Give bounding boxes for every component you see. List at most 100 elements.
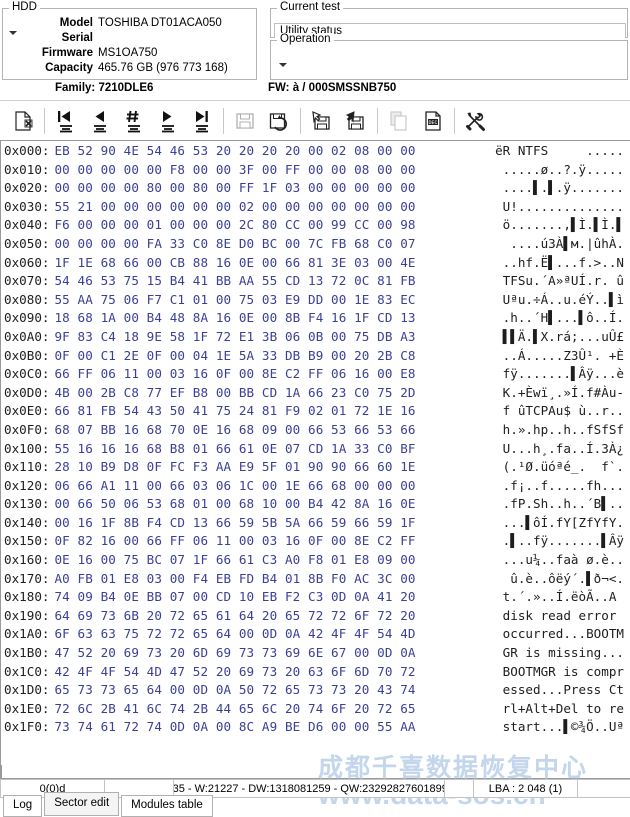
hex-ascii[interactable]: occurred...BOOTM bbox=[503, 625, 630, 644]
tab-sector-edit[interactable]: Sector edit bbox=[44, 792, 120, 816]
hex-bytes[interactable]: 73 74 61 72 74 0D 0A 00 8C A9 BE D6 00 0… bbox=[50, 718, 416, 737]
hex-bytes[interactable]: 42 4F 4F 54 4D 47 52 20 69 73 20 63 6F 6… bbox=[50, 663, 416, 682]
hex-ascii[interactable]: fÿ.......▌Âÿ...è bbox=[503, 365, 630, 384]
hex-row[interactable]: 0x190: 64 69 73 6B 20 72 65 61 64 20 65 7… bbox=[1, 607, 630, 626]
hex-row[interactable]: 0x0B0: 0F 00 C1 2E 0F 00 04 1E 5A 33 DB B… bbox=[1, 347, 630, 366]
hex-ascii[interactable]: .▌..fÿ.......▌Âÿ bbox=[503, 532, 630, 551]
hex-ascii[interactable]: ....ú3À▌м.|ûhÀ. bbox=[510, 235, 630, 254]
hex-row[interactable]: 0x0E0: 66 81 FB 54 43 50 41 75 24 81 F9 0… bbox=[1, 402, 630, 421]
goto-sector-icon[interactable] bbox=[117, 104, 151, 138]
hex-bytes[interactable]: 47 52 20 69 73 20 6D 69 73 73 69 6E 67 0… bbox=[50, 644, 416, 663]
hex-row[interactable]: 0x090: 18 68 1A 00 B4 48 8A 16 0E 00 8B F… bbox=[1, 309, 630, 328]
hex-bytes[interactable]: F6 00 00 00 01 00 00 00 2C 80 CC 00 99 C… bbox=[50, 216, 416, 235]
hex-ascii[interactable]: rl+Alt+Del to re bbox=[503, 700, 630, 719]
hex-ascii[interactable]: disk read error bbox=[503, 607, 630, 626]
hex-ascii[interactable]: .fP.Sh..h..´B▌.. bbox=[503, 495, 630, 514]
hex-bytes[interactable]: EB 52 90 4E 54 46 53 20 20 20 20 00 02 0… bbox=[50, 142, 416, 161]
hex-ascii[interactable]: ...▌ôÍ.fY[ZfYfY. bbox=[503, 514, 630, 533]
hex-bytes[interactable]: 0F 82 16 00 66 FF 06 11 00 03 16 0F 00 8… bbox=[50, 532, 416, 551]
hex-row[interactable]: 0x1F0: 73 74 61 72 74 0D 0A 00 8C A9 BE D… bbox=[1, 718, 630, 737]
hex-row[interactable]: 0x0C0: 66 FF 06 11 00 03 16 0F 00 8E C2 F… bbox=[1, 365, 630, 384]
save-to-file-icon[interactable] bbox=[339, 104, 373, 138]
new-sector-icon[interactable] bbox=[6, 104, 40, 138]
hex-row[interactable]: 0x080: 55 AA 75 06 F7 C1 01 00 75 03 E9 D… bbox=[1, 291, 630, 310]
hex-row[interactable]: 0x160: 0E 16 00 75 BC 07 1F 66 61 C3 A0 F… bbox=[1, 551, 630, 570]
hex-bytes[interactable]: A0 FB 01 E8 03 00 F4 EB FD B4 01 8B F0 A… bbox=[50, 570, 416, 589]
hex-ascii[interactable]: ..Á.....Z3Û¹. +È bbox=[503, 347, 630, 366]
hex-bytes[interactable]: 28 10 B9 D8 0F FC F3 AA E9 5F 01 90 90 6… bbox=[50, 458, 416, 477]
hex-row[interactable]: 0x0F0: 68 07 BB 16 68 70 0E 16 68 09 00 6… bbox=[1, 421, 630, 440]
hex-ascii[interactable]: f ûTCPAu$ ù..r.. bbox=[503, 402, 630, 421]
hex-row[interactable]: 0x1D0: 65 73 73 65 64 00 0D 0A 50 72 65 7… bbox=[1, 681, 630, 700]
hex-row[interactable]: 0x010: 00 00 00 00 00 F8 00 00 3F 00 FF 0… bbox=[1, 161, 630, 180]
hex-row[interactable]: 0x1B0: 47 52 20 69 73 20 6D 69 73 73 69 6… bbox=[1, 644, 630, 663]
hex-row[interactable]: 0x130: 00 66 50 06 53 68 01 00 68 10 00 B… bbox=[1, 495, 630, 514]
operation-dropdown-caret-icon[interactable] bbox=[279, 63, 287, 67]
hex-row[interactable]: 0x170: A0 FB 01 E8 03 00 F4 EB FD B4 01 8… bbox=[1, 570, 630, 589]
copy-icon[interactable] bbox=[382, 104, 416, 138]
hex-row[interactable]: 0x120: 06 66 A1 11 00 66 03 06 1C 00 1E 6… bbox=[1, 477, 630, 496]
hex-bytes[interactable]: 00 66 50 06 53 68 01 00 68 10 00 B4 42 8… bbox=[50, 495, 416, 514]
hex-decode-icon[interactable]: DEC bbox=[416, 104, 450, 138]
hex-row[interactable]: 0x030: 55 21 00 00 00 00 00 00 02 00 00 0… bbox=[1, 198, 630, 217]
hex-bytes[interactable]: 00 00 00 00 80 00 80 00 FF 1F 03 00 00 0… bbox=[50, 179, 416, 198]
hex-bytes[interactable]: 00 00 00 00 FA 33 C0 8E D0 BC 00 7C FB 6… bbox=[50, 235, 416, 254]
previous-sector-icon[interactable] bbox=[83, 104, 117, 138]
hex-bytes[interactable]: 55 AA 75 06 F7 C1 01 00 75 03 E9 DD 00 1… bbox=[50, 291, 416, 310]
tab-log[interactable]: Log bbox=[3, 795, 43, 817]
hex-ascii[interactable]: start...▌©¾Ö..Uª bbox=[503, 718, 630, 737]
hex-ascii[interactable]: ëR NTFS ..... bbox=[495, 142, 630, 161]
hex-editor-view[interactable]: 0x000: EB 52 90 4E 54 46 53 20 20 20 20 0… bbox=[0, 140, 630, 765]
hex-ascii[interactable]: t.´.»..Í.ëòÃ..A bbox=[503, 588, 630, 607]
hex-row[interactable]: 0x060: 1F 1E 68 66 00 CB 88 16 0E 00 66 8… bbox=[1, 254, 630, 273]
hex-ascii[interactable]: h.».hp..h..fSfSf bbox=[503, 421, 630, 440]
hex-ascii[interactable]: ....▌.▌.ÿ....... bbox=[503, 179, 630, 198]
hex-bytes[interactable]: 65 73 73 65 64 00 0D 0A 50 72 65 73 73 2… bbox=[50, 681, 416, 700]
hex-ascii[interactable]: Uªu.÷Á..u.éÝ..▌ì bbox=[503, 291, 630, 310]
hex-bytes[interactable]: 64 69 73 6B 20 72 65 61 64 20 65 72 72 6… bbox=[50, 607, 416, 626]
hex-row[interactable]: 0x050: 00 00 00 00 FA 33 C0 8E D0 BC 00 7… bbox=[1, 235, 630, 254]
hex-ascii[interactable]: GR is missing... bbox=[503, 644, 630, 663]
hex-row[interactable]: 0x000: EB 52 90 4E 54 46 53 20 20 20 20 0… bbox=[1, 142, 630, 161]
hex-row[interactable]: 0x1A0: 6F 63 63 75 72 72 65 64 00 0D 0A 4… bbox=[1, 625, 630, 644]
hex-row[interactable]: 0x110: 28 10 B9 D8 0F FC F3 AA E9 5F 01 9… bbox=[1, 458, 630, 477]
hex-row[interactable]: 0x0D0: 4B 00 2B C8 77 EF B8 00 BB CD 1A 6… bbox=[1, 384, 630, 403]
save-sector-icon[interactable] bbox=[228, 104, 262, 138]
hex-bytes[interactable]: 74 09 B4 0E BB 07 00 CD 10 EB F2 C3 0D 0… bbox=[50, 588, 416, 607]
hex-bytes[interactable]: 68 07 BB 16 68 70 0E 16 68 09 00 66 53 6… bbox=[50, 421, 416, 440]
hex-row[interactable]: 0x1E0: 72 6C 2B 41 6C 74 2B 44 65 6C 20 7… bbox=[1, 700, 630, 719]
hex-ascii[interactable]: .....ø..?.ÿ..... bbox=[503, 161, 630, 180]
hex-bytes[interactable]: 00 00 00 00 00 F8 00 00 3F 00 FF 00 00 0… bbox=[50, 161, 416, 180]
hex-ascii[interactable]: (.¹Ø.üóªé_. f`. bbox=[503, 458, 630, 477]
hex-row[interactable]: 0x0A0: 9F 83 C4 18 9E 58 1F 72 E1 3B 06 0… bbox=[1, 328, 630, 347]
hex-ascii[interactable]: essed...Press Ct bbox=[503, 681, 630, 700]
hex-ascii[interactable]: ▌▌Ä.▌X.rá;...uÛ£ bbox=[503, 328, 630, 347]
hex-ascii[interactable]: .h..´H▌...▌ô..Í. bbox=[503, 309, 630, 328]
hex-row[interactable]: 0x020: 00 00 00 00 80 00 80 00 FF 1F 03 0… bbox=[1, 179, 630, 198]
hex-row[interactable]: 0x180: 74 09 B4 0E BB 07 00 CD 10 EB F2 C… bbox=[1, 588, 630, 607]
hex-ascii[interactable]: ö.......,▌Ì.▌Ì.▌ bbox=[503, 216, 630, 235]
refresh-sector-icon[interactable] bbox=[262, 104, 296, 138]
tools-icon[interactable] bbox=[459, 104, 493, 138]
hex-bytes[interactable]: 66 81 FB 54 43 50 41 75 24 81 F9 02 01 7… bbox=[50, 402, 416, 421]
hex-ascii[interactable]: ...u¼..faà ø.è.. bbox=[503, 551, 630, 570]
hex-ascii[interactable]: .f¡..f.....fh... bbox=[503, 477, 630, 496]
hex-row[interactable]: 0x140: 00 16 1F 8B F4 CD 13 66 59 5B 5A 6… bbox=[1, 514, 630, 533]
hex-bytes[interactable]: 6F 63 63 75 72 72 65 64 00 0D 0A 42 4F 4… bbox=[50, 625, 416, 644]
hex-bytes[interactable]: 1F 1E 68 66 00 CB 88 16 0E 00 66 81 3E 0… bbox=[50, 254, 416, 273]
hex-bytes[interactable]: 0F 00 C1 2E 0F 00 04 1E 5A 33 DB B9 00 2… bbox=[50, 347, 416, 366]
hex-bytes[interactable]: 55 16 16 16 68 B8 01 66 61 0E 07 CD 1A 3… bbox=[50, 440, 416, 459]
load-from-file-icon[interactable] bbox=[305, 104, 339, 138]
hex-bytes[interactable]: 00 16 1F 8B F4 CD 13 66 59 5B 5A 66 59 6… bbox=[50, 514, 416, 533]
hex-row[interactable]: 0x040: F6 00 00 00 01 00 00 00 2C 80 CC 0… bbox=[1, 216, 630, 235]
hex-row[interactable]: 0x070: 54 46 53 75 15 B4 41 BB AA 55 CD 1… bbox=[1, 272, 630, 291]
next-sector-icon[interactable] bbox=[151, 104, 185, 138]
hex-row[interactable]: 0x100: 55 16 16 16 68 B8 01 66 61 0E 07 C… bbox=[1, 440, 630, 459]
hex-ascii[interactable]: U!.............. bbox=[503, 198, 630, 217]
hex-ascii[interactable]: U...h¸.fa..Í.3À¿ bbox=[503, 440, 630, 459]
hex-bytes[interactable]: 55 21 00 00 00 00 00 00 02 00 00 00 00 0… bbox=[50, 198, 416, 217]
tab-modules-table[interactable]: Modules table bbox=[121, 795, 213, 817]
last-sector-icon[interactable] bbox=[185, 104, 219, 138]
hex-bytes[interactable]: 72 6C 2B 41 6C 74 2B 44 65 6C 20 74 6F 2… bbox=[50, 700, 416, 719]
hex-ascii[interactable]: û.è..ôëý´.▌ð¬<. bbox=[503, 570, 630, 589]
